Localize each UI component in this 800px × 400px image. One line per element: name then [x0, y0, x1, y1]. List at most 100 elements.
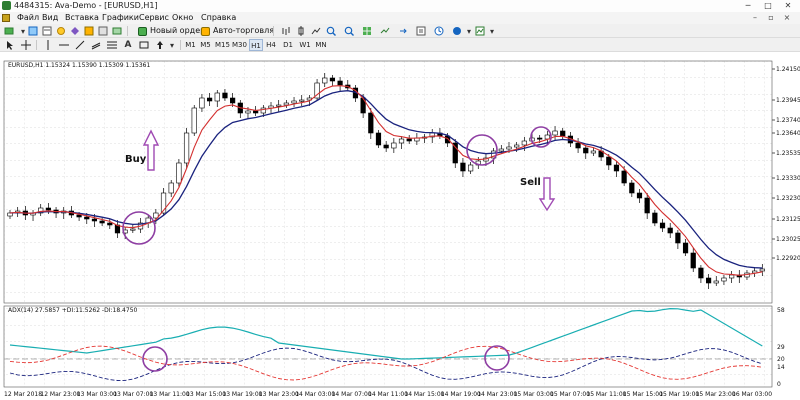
- price-grid: [4, 61, 772, 303]
- templates-icon[interactable]: [451, 25, 463, 37]
- child-close-icon[interactable]: ×: [780, 12, 794, 24]
- candle-body: [590, 150, 597, 154]
- menu-charts[interactable]: Графики: [100, 12, 141, 24]
- toolbar-separator: [273, 26, 274, 36]
- candle-body: [560, 130, 566, 137]
- menu-window[interactable]: Окно: [170, 12, 195, 24]
- menu-view[interactable]: Вид: [40, 12, 60, 24]
- navigator-icon[interactable]: [69, 25, 81, 37]
- chart-template-icon[interactable]: [474, 25, 486, 37]
- timeframe-m1[interactable]: M1: [183, 39, 198, 51]
- new-order-button[interactable]: Новый ордер: [138, 25, 205, 37]
- market-watch-icon[interactable]: [41, 25, 53, 37]
- indicator-header: ADX(14) 27.5857 +DI:11.5262 -DI:18.4750: [8, 307, 138, 314]
- candle-body: [690, 252, 696, 269]
- terminal-icon[interactable]: [83, 25, 95, 37]
- indicator-tick-label: 14: [777, 364, 785, 371]
- dropdown-arrow-icon[interactable]: ▾: [166, 39, 178, 51]
- price-axis: 1.24150 1.23945 1.23740 1.23640 1.23535 1.233…: [772, 66, 800, 262]
- indicators-icon[interactable]: [415, 25, 427, 37]
- zoom-in-icon[interactable]: [325, 25, 337, 37]
- app-icon: [2, 1, 11, 10]
- menu-tools[interactable]: Сервис: [137, 12, 171, 24]
- text-tool-icon[interactable]: A: [122, 39, 134, 51]
- timeframe-d1[interactable]: D1: [281, 39, 295, 51]
- candle-body: [514, 144, 520, 148]
- candle-body: [667, 227, 673, 234]
- trendline-icon[interactable]: [74, 39, 86, 51]
- data-window-icon[interactable]: [55, 25, 67, 37]
- tile-windows-icon[interactable]: [361, 25, 373, 37]
- sell-annotation: Sell: [520, 177, 541, 188]
- candlestick-icon[interactable]: [295, 25, 307, 37]
- timeframe-m30[interactable]: M30: [231, 39, 248, 51]
- toolbar-separator: [36, 40, 37, 50]
- autoscroll-icon[interactable]: [397, 25, 409, 37]
- label-tool-icon[interactable]: [138, 39, 150, 51]
- candle-body: [406, 138, 412, 142]
- candle-body: [621, 170, 627, 184]
- new-chart-icon[interactable]: [3, 25, 15, 37]
- time-tick-label: 13 Mar 15:00: [186, 391, 226, 398]
- toolbar-separator: [180, 40, 181, 50]
- profiles-icon[interactable]: [27, 25, 39, 37]
- chart-window[interactable]: EURUSD,H1 1.15324 1.15390 1.15309 1.1536…: [0, 53, 800, 400]
- time-tick-label: 15 Mar 07:00: [550, 391, 590, 398]
- child-minimize-icon[interactable]: –: [748, 12, 762, 24]
- minimize-icon[interactable]: ─: [738, 0, 758, 12]
- autotrading-button[interactable]: Авто-торговля: [201, 25, 274, 37]
- price-tick-label: 1.22920: [776, 255, 800, 262]
- candle-body: [575, 142, 581, 149]
- timeframe-mn[interactable]: MN: [314, 39, 328, 51]
- menu-help[interactable]: Справка: [199, 12, 238, 24]
- candle-body: [76, 214, 82, 218]
- menu-insert[interactable]: Вставка: [63, 12, 101, 24]
- close-icon[interactable]: ✕: [778, 0, 798, 12]
- timeframe-m15[interactable]: M15: [214, 39, 231, 51]
- periods-icon[interactable]: [433, 25, 445, 37]
- timeframe-h1[interactable]: H1: [249, 39, 263, 51]
- bar-chart-icon[interactable]: [280, 25, 292, 37]
- toolbar-separator: [127, 26, 128, 36]
- time-tick-label: 13 Mar 11:00: [150, 391, 190, 398]
- candle-body: [705, 277, 712, 284]
- candle-body: [245, 110, 251, 114]
- new-order-label: Новый ордер: [150, 26, 206, 35]
- timeframe-h4[interactable]: H4: [264, 39, 278, 51]
- fibonacci-icon[interactable]: [106, 39, 118, 51]
- candle-body: [675, 232, 681, 244]
- price-tick-label: 1.23125: [776, 216, 800, 223]
- time-tick-label: 13 Mar 07:00: [113, 391, 153, 398]
- crosshair-icon[interactable]: [20, 39, 32, 51]
- drawing-toolbar: A ▾ M1 M5 M15 M30 H1 H4 D1 W1 MN: [0, 38, 800, 52]
- history-icon[interactable]: [111, 25, 123, 37]
- price-tick-label: 1.24150: [776, 66, 800, 73]
- child-restore-icon[interactable]: ▫: [764, 12, 778, 24]
- tester-icon[interactable]: [97, 25, 109, 37]
- candle-body: [214, 92, 220, 102]
- horizontal-line-icon[interactable]: [58, 39, 70, 51]
- candle-body: [299, 99, 305, 102]
- dropdown-arrow-icon[interactable]: ▾: [486, 25, 498, 37]
- timeframe-w1[interactable]: W1: [298, 39, 312, 51]
- price-chart[interactable]: EURUSD,H1 1.15324 1.15390 1.15309 1.1536…: [0, 53, 800, 400]
- line-chart-icon[interactable]: [310, 25, 322, 37]
- price-tick-label: 1.23330: [776, 175, 800, 182]
- zoom-out-icon[interactable]: [343, 25, 355, 37]
- candle-body: [398, 138, 405, 144]
- new-order-icon: [138, 26, 147, 36]
- indicator-grid: [4, 306, 772, 387]
- candle-body: [713, 280, 719, 284]
- candle-body: [253, 110, 259, 114]
- maximize-icon[interactable]: □: [758, 0, 778, 12]
- menu-file[interactable]: Файл: [15, 12, 41, 24]
- arrows-icon[interactable]: [154, 39, 166, 51]
- vertical-line-icon[interactable]: [42, 39, 54, 51]
- cursor-icon[interactable]: [4, 39, 16, 51]
- candle-body: [368, 112, 374, 134]
- channel-icon[interactable]: [90, 39, 102, 51]
- chart-shift-icon[interactable]: [379, 25, 391, 37]
- candle-body: [644, 197, 650, 214]
- time-tick-label: 14 Mar 23:00: [477, 391, 517, 398]
- timeframe-m5[interactable]: M5: [198, 39, 213, 51]
